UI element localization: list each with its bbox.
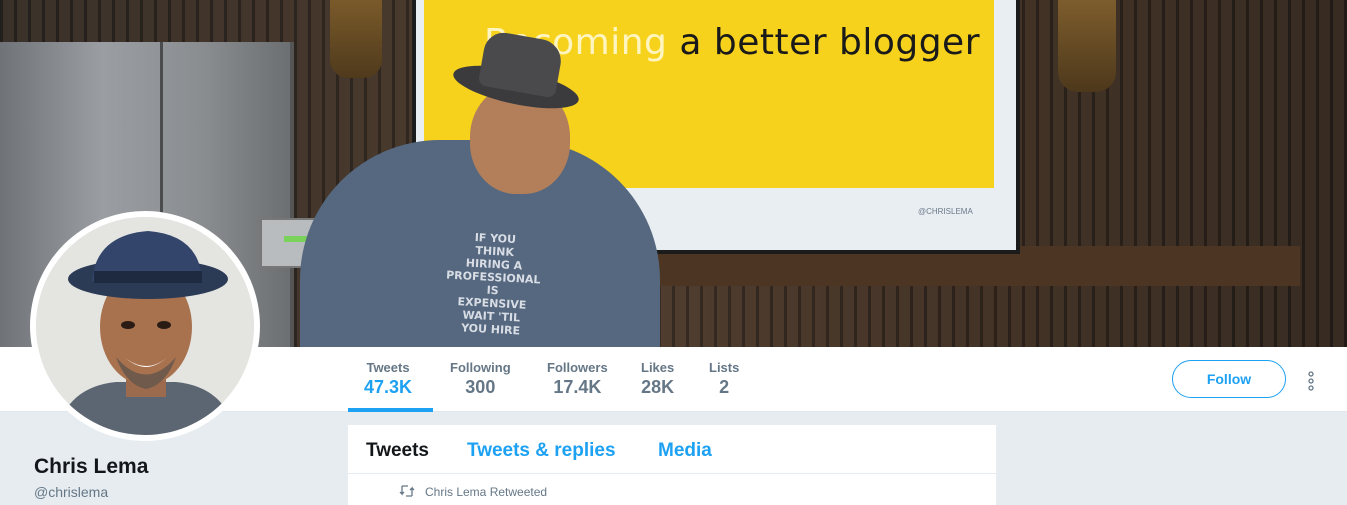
stat-label: Likes [641, 360, 675, 375]
avatar-photo [36, 217, 254, 435]
banner-slide-credit: @CHRISLEMA [918, 207, 973, 216]
stat-value: 17.4K [553, 377, 602, 397]
avatar-illustration [36, 217, 254, 435]
stat-likes[interactable]: Likes 28K [641, 360, 674, 398]
stat-value: 300 [465, 377, 496, 397]
timeline-divider [348, 473, 996, 474]
vertical-ellipsis-icon[interactable] [1304, 370, 1318, 392]
stat-value: 28K [641, 377, 675, 397]
stat-label: Lists [709, 360, 740, 375]
banner-slide-title-main: a better blogger [667, 22, 981, 63]
tab-tweets-and-replies[interactable]: Tweets & replies [467, 440, 616, 462]
banner-tiki-mask-left [330, 0, 382, 78]
banner-tiki-mask-right [1058, 0, 1116, 92]
profile-handle: @chrislema [34, 484, 109, 500]
stat-following[interactable]: Following 300 [450, 360, 511, 398]
tab-media[interactable]: Media [658, 440, 712, 462]
active-stat-underline [348, 408, 433, 412]
stat-value: 2 [719, 377, 730, 397]
stat-label: Following [450, 360, 511, 375]
stat-label: Tweets [366, 360, 410, 375]
follow-button[interactable]: Follow [1172, 360, 1286, 398]
retweet-context: Chris Lema Retweeted [425, 485, 548, 499]
stat-tweets[interactable]: Tweets 47.3K [364, 360, 412, 398]
stat-value: 47.3K [364, 377, 413, 397]
stat-lists[interactable]: Lists 2 [709, 360, 739, 398]
stat-label: Followers [547, 360, 608, 375]
retweet-icon [399, 485, 415, 497]
tab-tweets[interactable]: Tweets [366, 440, 429, 462]
profile-name: Chris Lema [34, 455, 149, 478]
stat-followers[interactable]: Followers 17.4K [547, 360, 608, 398]
banner-shirt-text: IF YOU THINK HIRING A PROFESSIONAL IS EX… [435, 229, 550, 339]
